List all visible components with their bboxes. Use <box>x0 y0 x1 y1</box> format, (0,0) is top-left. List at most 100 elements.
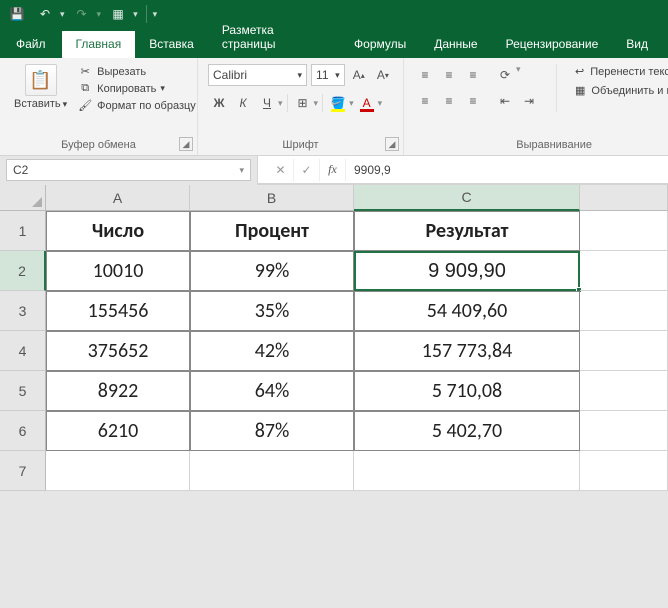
cell-A2[interactable]: 10010 <box>46 251 190 291</box>
cell-D5[interactable] <box>580 371 668 411</box>
row-header[interactable]: 4 <box>0 331 46 371</box>
name-box[interactable]: C2 ▾ <box>6 159 251 181</box>
cell-D7[interactable] <box>580 451 668 491</box>
cell-D2[interactable] <box>580 251 668 291</box>
chevron-down-icon[interactable]: ▾ <box>516 64 521 86</box>
formula-input[interactable]: 9909,9 <box>346 163 668 177</box>
cell-D3[interactable] <box>580 291 668 331</box>
cell-A6[interactable]: 6210 <box>46 411 190 451</box>
formula-bar-area: C2 ▾ ✕ ✓ fх 9909,9 <box>0 156 668 185</box>
ribbon-tabs: Файл Главная Вставка Разметка страницы Ф… <box>0 28 668 58</box>
tab-formulas[interactable]: Формулы <box>340 31 420 58</box>
redo-icon[interactable]: ↷ <box>71 3 93 25</box>
select-all-corner[interactable] <box>0 185 46 211</box>
chevron-down-icon[interactable]: ▾ <box>314 98 319 109</box>
cell-B6[interactable]: 87% <box>190 411 354 451</box>
cut-label: Вырезать <box>97 66 146 78</box>
cell-B2[interactable]: 99% <box>190 251 354 291</box>
clipboard-dialog-launcher[interactable]: ◢ <box>179 137 193 151</box>
orientation-icon[interactable]: ⟳ <box>494 64 516 86</box>
cell-C5[interactable]: 5 710,08 <box>354 371 580 411</box>
align-center-icon[interactable]: ≡ <box>438 90 460 112</box>
cell-C2[interactable]: 9 909,90 <box>354 251 580 291</box>
chevron-down-icon[interactable]: ▾ <box>378 98 383 109</box>
paste-button[interactable]: Вставить▾ <box>10 64 71 113</box>
cell-A3[interactable]: 155456 <box>46 291 190 331</box>
chevron-down-icon: ▾ <box>160 83 165 94</box>
cell-B4[interactable]: 42% <box>190 331 354 371</box>
font-size-value: 11 <box>316 68 328 82</box>
touch-mode-icon[interactable]: ▦ <box>107 3 129 25</box>
cell-D4[interactable] <box>580 331 668 371</box>
align-right-icon[interactable]: ≡ <box>462 90 484 112</box>
font-size-combo[interactable]: 11▾ <box>311 64 345 86</box>
row-header[interactable]: 1 <box>0 211 46 251</box>
accept-formula-icon[interactable]: ✓ <box>294 159 320 181</box>
cut-button[interactable]: ✂Вырезать <box>75 64 198 79</box>
row-header[interactable]: 7 <box>0 451 46 491</box>
chevron-down-icon[interactable]: ▾ <box>349 98 354 109</box>
row-header[interactable]: 6 <box>0 411 46 451</box>
align-left-icon[interactable]: ≡ <box>414 90 436 112</box>
increase-font-icon[interactable]: A▴ <box>349 64 369 86</box>
font-name-combo[interactable]: Calibri▾ <box>208 64 307 86</box>
tab-view[interactable]: Вид <box>612 31 662 58</box>
merge-cells-button[interactable]: ▦Объединить и поме <box>573 83 668 98</box>
cell-D6[interactable] <box>580 411 668 451</box>
undo-icon[interactable]: ↶ <box>34 3 56 25</box>
cell-D1[interactable] <box>580 211 668 251</box>
increase-indent-icon[interactable]: ⇥ <box>518 90 540 112</box>
decrease-indent-icon[interactable]: ⇤ <box>494 90 516 112</box>
fill-color-button[interactable]: 🪣 <box>327 92 349 114</box>
font-dialog-launcher[interactable]: ◢ <box>385 137 399 151</box>
bold-button[interactable]: Ж <box>208 92 230 114</box>
align-top-icon[interactable]: ≡ <box>414 64 436 86</box>
cell-C6[interactable]: 5 402,70 <box>354 411 580 451</box>
align-middle-icon[interactable]: ≡ <box>438 64 460 86</box>
cell-A4[interactable]: 375652 <box>46 331 190 371</box>
row-header[interactable]: 5 <box>0 371 46 411</box>
wrap-text-button[interactable]: ↩Перенести текст <box>573 64 668 79</box>
undo-dropdown-icon[interactable]: ▾ <box>60 9 65 20</box>
copy-button[interactable]: ⧉Копировать ▾ <box>75 81 198 96</box>
font-color-button[interactable]: А <box>356 92 378 114</box>
tab-data[interactable]: Данные <box>420 31 491 58</box>
cell-B7[interactable] <box>190 451 354 491</box>
cell-B1[interactable]: Процент <box>190 211 354 251</box>
save-icon[interactable]: 💾 <box>6 3 28 25</box>
cell-C3[interactable]: 54 409,60 <box>354 291 580 331</box>
tab-file[interactable]: Файл <box>6 31 62 58</box>
borders-button[interactable]: ⊞ <box>292 92 314 114</box>
align-bottom-icon[interactable]: ≡ <box>462 64 484 86</box>
column-header-B[interactable]: B <box>190 185 354 211</box>
group-font: Calibri▾ 11▾ A▴ A▾ Ж К Ч▾ ⊞▾ 🪣▾ А▾ Шрифт… <box>198 58 404 155</box>
insert-function-icon[interactable]: fх <box>320 159 346 181</box>
column-header-A[interactable]: A <box>46 185 190 211</box>
tab-page-layout[interactable]: Разметка страницы <box>208 17 340 58</box>
row-header[interactable]: 3 <box>0 291 46 331</box>
column-header-C[interactable]: C <box>354 185 580 211</box>
cell-A1[interactable]: Число <box>46 211 190 251</box>
tab-home[interactable]: Главная <box>62 31 136 58</box>
cancel-formula-icon[interactable]: ✕ <box>268 159 294 181</box>
format-painter-button[interactable]: 🖌Формат по образцу <box>75 98 198 113</box>
tab-review[interactable]: Рецензирование <box>492 31 613 58</box>
cell-A7[interactable] <box>46 451 190 491</box>
cell-C7[interactable] <box>354 451 580 491</box>
row-header[interactable]: 2 <box>0 251 46 291</box>
decrease-font-icon[interactable]: A▾ <box>373 64 393 86</box>
cell-B5[interactable]: 64% <box>190 371 354 411</box>
qat-customize-icon[interactable]: ▾ <box>153 9 158 20</box>
cell-C4[interactable]: 157 773,84 <box>354 331 580 371</box>
merge-icon: ▦ <box>575 84 585 97</box>
cell-C1[interactable]: Результат <box>354 211 580 251</box>
column-header-D[interactable] <box>580 185 668 211</box>
tab-insert[interactable]: Вставка <box>135 31 208 58</box>
cell-B3[interactable]: 35% <box>190 291 354 331</box>
redo-dropdown-icon[interactable]: ▾ <box>97 9 102 20</box>
italic-button[interactable]: К <box>232 92 254 114</box>
underline-button[interactable]: Ч <box>256 92 278 114</box>
chevron-down-icon[interactable]: ▾ <box>278 98 283 109</box>
cell-A5[interactable]: 8922 <box>46 371 190 411</box>
touch-dropdown-icon[interactable]: ▾ <box>133 9 138 20</box>
